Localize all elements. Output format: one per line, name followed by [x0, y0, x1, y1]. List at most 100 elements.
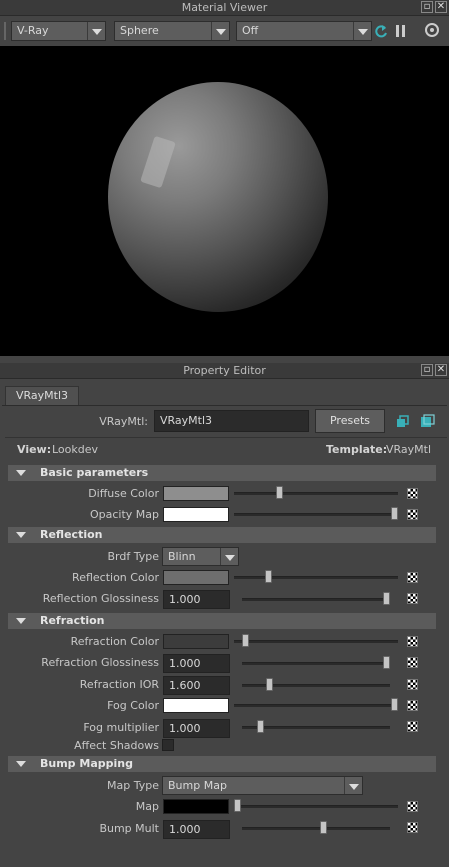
copy-tab-icon[interactable]: [396, 415, 409, 428]
chevron-down-icon: [211, 22, 229, 40]
section-title: Bump Mapping: [40, 757, 133, 770]
fog-color-slider-handle[interactable]: [391, 698, 398, 711]
collapse-triangle-icon: [16, 761, 26, 767]
reflection-glossiness-field[interactable]: 1.000: [163, 590, 230, 609]
refraction-glossiness-slider[interactable]: [242, 662, 390, 665]
fog-color-label: Fog Color: [107, 699, 159, 712]
map-button-checker-icon[interactable]: [407, 801, 418, 812]
chevron-down-icon: [353, 22, 371, 40]
material-preview-viewport[interactable]: [0, 46, 449, 356]
affect-shadows-checkbox[interactable]: [162, 739, 174, 751]
refresh-render-icon[interactable]: [374, 23, 388, 39]
diffuse-color-slider-handle[interactable]: [276, 486, 284, 499]
fog-color-slider[interactable]: [234, 704, 398, 707]
pause-icon[interactable]: [394, 23, 408, 39]
brdf-type-value: Blinn: [168, 550, 196, 563]
reflection-color-swatch[interactable]: [163, 570, 229, 585]
map-type-value: Bump Map: [168, 779, 227, 792]
presets-button[interactable]: Presets: [315, 409, 385, 433]
show-hide-icon[interactable]: [420, 414, 435, 428]
map-button-checker-icon[interactable]: [407, 509, 418, 520]
chevron-down-icon: [87, 22, 105, 40]
fog-multiplier-slider[interactable]: [242, 726, 390, 729]
section-refraction[interactable]: Refraction: [8, 613, 436, 629]
opacity-map-swatch[interactable]: [163, 507, 229, 522]
section-basic-parameters[interactable]: Basic parameters: [8, 465, 436, 481]
map-button-checker-icon[interactable]: [407, 657, 418, 668]
section-reflection[interactable]: Reflection: [8, 527, 436, 543]
section-title: Basic parameters: [40, 466, 149, 479]
map-button-checker-icon[interactable]: [407, 721, 418, 732]
fog-multiplier-slider-handle[interactable]: [257, 720, 264, 733]
map-button-checker-icon[interactable]: [407, 488, 418, 499]
float-window-icon[interactable]: ▫: [421, 364, 433, 376]
refraction-color-slider-handle[interactable]: [241, 634, 249, 647]
template-value: VRayMtl: [386, 443, 432, 456]
reflection-color-slider[interactable]: [234, 576, 398, 579]
bump-map-swatch[interactable]: [163, 799, 229, 814]
diffuse-color-slider[interactable]: [234, 492, 398, 495]
view-value: Lookdev: [52, 443, 99, 456]
chevron-down-icon: [344, 777, 362, 794]
bump-mult-slider[interactable]: [242, 827, 390, 830]
reflection-glossiness-slider-handle[interactable]: [383, 592, 390, 605]
reflection-color-slider-handle[interactable]: [265, 570, 273, 583]
map-type-label: Map Type: [107, 779, 159, 792]
refraction-ior-slider-handle[interactable]: [266, 678, 273, 691]
opacity-map-label: Opacity Map: [89, 508, 159, 521]
map-button-checker-icon[interactable]: [407, 822, 418, 833]
map-button-checker-icon[interactable]: [407, 572, 418, 583]
refraction-glossiness-field[interactable]: 1.000: [163, 654, 230, 673]
map-button-checker-icon[interactable]: [407, 700, 418, 711]
toolbar-grip-icon[interactable]: [4, 22, 6, 40]
section-title: Refraction: [40, 614, 105, 627]
brdf-type-dropdown[interactable]: Blinn: [162, 547, 239, 566]
refraction-ior-slider[interactable]: [242, 684, 390, 687]
refraction-color-slider[interactable]: [234, 640, 398, 643]
property-editor-title: Property Editor: [183, 364, 266, 377]
reflection-color-label: Reflection Color: [72, 571, 159, 584]
affect-shadows-label: Affect Shadows: [74, 739, 159, 752]
preview-sphere: [108, 82, 328, 312]
fog-multiplier-field[interactable]: 1.000: [163, 719, 230, 738]
refraction-color-label: Refraction Color: [70, 635, 159, 648]
opacity-map-slider-handle[interactable]: [391, 507, 398, 520]
mode-dropdown[interactable]: Off: [236, 21, 372, 41]
tab-vraymtl3[interactable]: VRayMtl3: [5, 386, 80, 405]
renderer-dropdown[interactable]: V-Ray: [11, 21, 106, 41]
mode-value: Off: [242, 24, 259, 37]
shape-value: Sphere: [120, 24, 159, 37]
section-bump-mapping[interactable]: Bump Mapping: [8, 756, 436, 772]
map-button-checker-icon[interactable]: [407, 636, 418, 647]
bump-map-slider[interactable]: [234, 805, 398, 808]
map-label: Map: [135, 800, 159, 813]
refraction-color-swatch[interactable]: [163, 634, 229, 649]
map-type-dropdown[interactable]: Bump Map: [162, 776, 363, 795]
tab-divider: [2, 405, 447, 406]
fog-color-swatch[interactable]: [163, 698, 229, 713]
node-label: VRayMtl:: [99, 415, 148, 428]
material-viewer-toolbar: V-Ray Sphere Off: [0, 17, 449, 45]
reflection-glossiness-label: Reflection Glossiness: [42, 592, 159, 605]
opacity-map-slider[interactable]: [234, 513, 398, 516]
reflection-glossiness-slider[interactable]: [242, 598, 390, 601]
float-window-icon[interactable]: ▫: [421, 1, 433, 13]
refraction-ior-label: Refraction IOR: [79, 678, 159, 691]
shape-dropdown[interactable]: Sphere: [114, 21, 230, 41]
bump-mult-slider-handle[interactable]: [320, 821, 327, 834]
diffuse-color-swatch[interactable]: [163, 486, 229, 501]
bump-map-slider-handle[interactable]: [234, 799, 241, 812]
renderer-value: V-Ray: [17, 24, 49, 37]
node-name-field[interactable]: VRayMtl3: [154, 410, 309, 432]
render-settings-icon[interactable]: [424, 22, 440, 38]
refraction-ior-field[interactable]: 1.600: [163, 676, 230, 695]
fog-multiplier-label: Fog multiplier: [83, 721, 159, 734]
close-icon[interactable]: ✕: [435, 1, 447, 13]
map-button-checker-icon[interactable]: [407, 679, 418, 690]
material-viewer-titlebar: Material Viewer ▫ ✕: [0, 0, 449, 16]
close-icon[interactable]: ✕: [435, 364, 447, 376]
diffuse-color-label: Diffuse Color: [88, 487, 159, 500]
map-button-checker-icon[interactable]: [407, 593, 418, 604]
refraction-glossiness-slider-handle[interactable]: [383, 656, 390, 669]
bump-mult-field[interactable]: 1.000: [163, 820, 230, 839]
